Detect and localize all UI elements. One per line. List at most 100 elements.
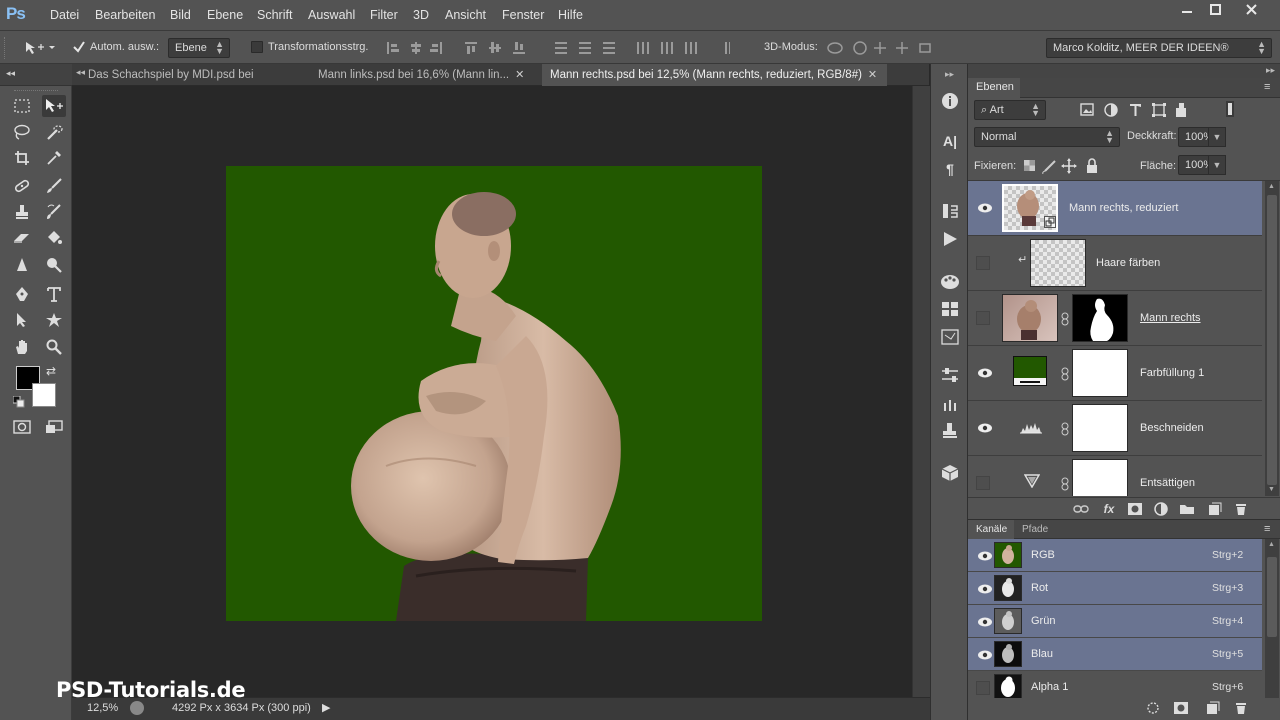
- visibility-eye-icon[interactable]: [977, 583, 993, 595]
- menu-3d[interactable]: 3D: [413, 8, 429, 22]
- quick-selection-icon[interactable]: [42, 121, 66, 143]
- custom-shape-icon[interactable]: [42, 309, 66, 331]
- tab-mann-rechts[interactable]: Mann rechts.psd bei 12,5% (Mann rechts, …: [542, 64, 887, 86]
- color-palette-icon[interactable]: [939, 271, 961, 293]
- layers-scrollbar[interactable]: ▲ ▼: [1265, 181, 1279, 496]
- layer-mask-thumbnail[interactable]: [1072, 459, 1128, 496]
- load-selection-icon[interactable]: [1144, 700, 1162, 716]
- link-chain-icon[interactable]: [1061, 367, 1069, 381]
- zoom-level[interactable]: 12,5%: [87, 702, 118, 714]
- layer-row-haare-faerben[interactable]: ↵ Haare färben: [968, 236, 1262, 291]
- sharpen-tool-icon[interactable]: [10, 254, 34, 276]
- delete-channel-icon[interactable]: [1232, 700, 1250, 716]
- layer-row-farbfuellung[interactable]: Farbfüllung 1: [968, 346, 1262, 401]
- paragraph-icon[interactable]: ¶: [939, 158, 961, 180]
- canvas-scrollbar[interactable]: [912, 86, 930, 697]
- clone-source-icon[interactable]: [939, 420, 961, 442]
- menu-bild[interactable]: Bild: [170, 8, 191, 22]
- menu-bearbeiten[interactable]: Bearbeiten: [95, 8, 155, 22]
- add-mask-icon[interactable]: [1126, 501, 1144, 517]
- channel-row-gruen[interactable]: Grün Strg+4: [968, 605, 1262, 638]
- layer-name[interactable]: Haare färben: [1096, 257, 1160, 269]
- adjustments-icon[interactable]: [939, 364, 961, 386]
- swatches-icon[interactable]: [939, 298, 961, 320]
- screen-mode-icon[interactable]: [42, 416, 66, 438]
- visibility-eye-icon[interactable]: [977, 616, 993, 628]
- tab-mann-links[interactable]: Mann links.psd bei 16,6% (Mann lin... ✕: [302, 64, 540, 86]
- layer-row-entsaettigen[interactable]: Entsättigen: [968, 456, 1262, 496]
- new-channel-icon[interactable]: [1204, 700, 1222, 716]
- scroll-up-icon[interactable]: ▲: [1268, 541, 1275, 548]
- collapse-icon[interactable]: ▸▸: [1266, 65, 1275, 76]
- channel-row-rot[interactable]: Rot Strg+3: [968, 572, 1262, 605]
- visibility-eye-icon[interactable]: [977, 422, 993, 434]
- menu-hilfe[interactable]: Hilfe: [558, 8, 583, 22]
- menu-ebene[interactable]: Ebene: [207, 8, 243, 22]
- close-icon[interactable]: [1236, 0, 1266, 18]
- crop-tool-icon[interactable]: [10, 147, 34, 169]
- paint-bucket-icon[interactable]: [42, 227, 66, 249]
- collapse-icon[interactable]: ◂◂: [6, 68, 15, 79]
- character-icon[interactable]: A|: [939, 130, 961, 152]
- 3d-mode-icons[interactable]: [826, 39, 946, 57]
- visibility-eye-icon[interactable]: [977, 649, 993, 661]
- dodge-tool-icon[interactable]: [42, 254, 66, 276]
- tab-channels[interactable]: Kanäle: [968, 520, 1014, 540]
- auto-select-checkbox[interactable]: [73, 41, 85, 53]
- blend-mode-dropdown[interactable]: Normal ▲ ▼: [974, 127, 1120, 147]
- eraser-tool-icon[interactable]: [10, 227, 34, 249]
- scroll-thumb[interactable]: [1267, 195, 1277, 485]
- expand-icon[interactable]: ▸▸: [945, 69, 954, 80]
- auto-select-target-dropdown[interactable]: Ebene ▲ ▼: [168, 38, 230, 58]
- minimize-icon[interactable]: [1172, 0, 1202, 18]
- visibility-eye-icon[interactable]: [977, 550, 993, 562]
- visibility-toggle-off[interactable]: [976, 476, 990, 490]
- share-icon[interactable]: [130, 701, 144, 715]
- move-tool-icon[interactable]: [42, 95, 66, 117]
- zoom-tool-icon[interactable]: [42, 336, 66, 358]
- layer-name[interactable]: Farbfüllung 1: [1140, 367, 1204, 379]
- styles-icon[interactable]: [939, 326, 961, 348]
- layer-row-mann-rechts[interactable]: Mann rechts: [968, 291, 1262, 346]
- brush-tool-icon[interactable]: [42, 175, 66, 197]
- brush-presets-icon[interactable]: [939, 392, 961, 414]
- history-brush-icon[interactable]: [42, 201, 66, 223]
- actions-play-icon[interactable]: [939, 228, 961, 250]
- document-canvas[interactable]: [226, 166, 762, 621]
- fill-chevron-icon[interactable]: ▼: [1208, 155, 1226, 175]
- channel-row-rgb[interactable]: RGB Strg+2: [968, 539, 1262, 572]
- hand-tool-icon[interactable]: [10, 336, 34, 358]
- visibility-toggle-off[interactable]: [976, 681, 990, 695]
- new-layer-icon[interactable]: [1206, 501, 1224, 517]
- layer-filter-icons[interactable]: [1080, 102, 1190, 118]
- tab-schachspiel[interactable]: Das Schachspiel by MDI.psd bei 9,86...✕: [72, 64, 299, 103]
- tab-paths[interactable]: Pfade: [1022, 524, 1048, 535]
- save-selection-icon[interactable]: [1172, 700, 1190, 716]
- tab-close-icon[interactable]: ✕: [515, 69, 524, 81]
- panel-menu-icon[interactable]: ≡: [1264, 523, 1270, 535]
- link-chain-icon[interactable]: [1061, 477, 1069, 491]
- layer-name[interactable]: Mann rechts: [1140, 312, 1201, 324]
- healing-brush-icon[interactable]: [10, 175, 34, 197]
- channels-scrollbar[interactable]: ▲: [1265, 539, 1279, 699]
- layer-name[interactable]: Mann rechts, reduziert: [1069, 202, 1178, 214]
- workspace-dropdown[interactable]: Marco Kolditz, MEER DER IDEEN® ▲ ▼: [1046, 38, 1272, 58]
- lock-icons[interactable]: [1023, 158, 1098, 174]
- path-selection-icon[interactable]: [10, 309, 34, 331]
- eyedropper-icon[interactable]: [42, 147, 66, 169]
- layer-mask-thumbnail[interactable]: [1072, 404, 1128, 452]
- lasso-tool-icon[interactable]: [10, 121, 34, 143]
- history-icon[interactable]: [939, 200, 961, 222]
- scroll-thumb[interactable]: [1267, 557, 1277, 637]
- scroll-up-icon[interactable]: ▲: [1268, 183, 1275, 190]
- swap-colors-icon[interactable]: ⇄: [46, 364, 56, 378]
- channel-row-alpha-1[interactable]: Alpha 1 Strg+6: [968, 671, 1262, 699]
- transform-controls-checkbox[interactable]: [251, 41, 263, 53]
- link-chain-icon[interactable]: [1061, 312, 1069, 326]
- color-fill-thumbnail[interactable]: [1013, 356, 1047, 386]
- fx-effects-icon[interactable]: fx: [1100, 501, 1118, 517]
- status-menu-arrow-icon[interactable]: ▶: [322, 701, 330, 714]
- move-tool-preset-icon[interactable]: [24, 40, 56, 56]
- new-adjustment-icon[interactable]: [1152, 501, 1170, 517]
- link-layers-icon[interactable]: [1072, 501, 1090, 517]
